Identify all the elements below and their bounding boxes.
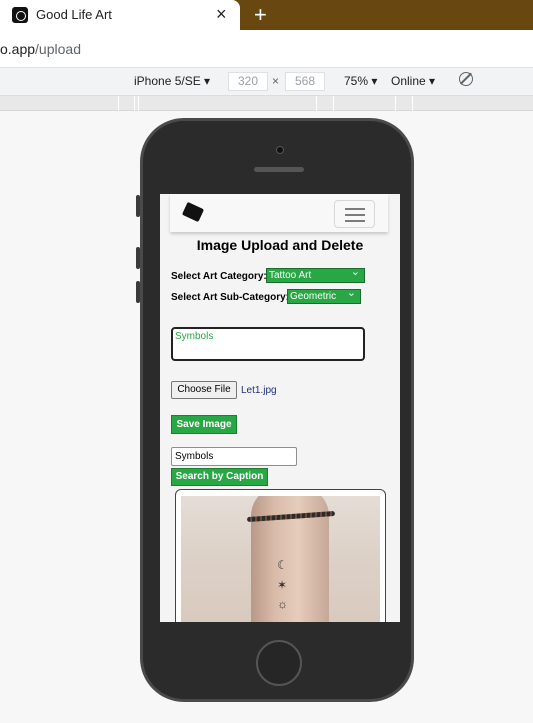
rotate-icon[interactable] — [459, 72, 473, 86]
address-bar[interactable]: o.app/upload — [0, 30, 533, 68]
url-text[interactable]: o.app/upload — [0, 41, 81, 57]
subcategory-label: Select Art Sub-Category: — [171, 292, 289, 303]
search-by-caption-button[interactable]: Search by Caption — [171, 468, 268, 486]
device-toolbar: iPhone 5/SE ▾ 320 × 568 75% ▾ Online ▾ — [0, 68, 533, 96]
sun-icon: ☼ — [277, 597, 288, 611]
device-height-input[interactable]: 568 — [285, 72, 325, 91]
hamburger-bar — [345, 208, 365, 210]
zoom-select[interactable]: 75% ▾ — [344, 74, 377, 88]
choose-file-button[interactable]: Choose File — [171, 381, 237, 399]
page-title: Image Upload and Delete — [196, 237, 364, 253]
hamburger-bar — [345, 214, 365, 216]
search-caption-input[interactable]: Symbols — [171, 447, 297, 466]
image-card[interactable]: ☾ ✶ ☼ — [175, 489, 386, 622]
save-image-button[interactable]: Save Image — [171, 415, 237, 434]
tab-title: Good Life Art — [36, 7, 112, 22]
moon-icon: ☾ — [277, 558, 288, 572]
selected-file-name: Let1.jpg — [241, 385, 277, 396]
subcategory-select[interactable]: Geometric — [287, 287, 361, 304]
caption-textarea[interactable]: Symbols — [171, 327, 365, 361]
close-tab-icon[interactable]: × — [216, 4, 227, 25]
star-icon: ✶ — [277, 578, 288, 592]
device-width-input[interactable]: 320 — [228, 72, 268, 91]
media-query-ruler[interactable] — [0, 96, 533, 111]
device-screen: Image Upload and Delete Select Art Categ… — [160, 194, 400, 622]
volume-down-button — [136, 281, 140, 303]
phone-frame: Image Upload and Delete Select Art Categ… — [136, 118, 414, 702]
volume-up-button — [136, 247, 140, 269]
dimension-separator: × — [272, 74, 280, 88]
tattoo-photo[interactable]: ☾ ✶ ☼ — [181, 496, 380, 622]
browser-tab[interactable]: Good Life Art × — [0, 0, 240, 30]
home-button[interactable] — [256, 640, 302, 686]
site-favicon-icon — [12, 7, 28, 23]
front-camera — [276, 146, 284, 154]
brand-logo-icon[interactable] — [181, 201, 205, 223]
earpiece-speaker — [254, 167, 304, 172]
network-throttle-select[interactable]: Online ▾ — [391, 74, 435, 88]
url-host: o.app — [0, 41, 36, 57]
device-select[interactable]: iPhone 5/SE ▾ — [134, 74, 210, 88]
navbar-toggler-button[interactable] — [334, 200, 375, 228]
category-label: Select Art Category: — [171, 271, 267, 282]
browser-tab-strip: Good Life Art × + — [0, 0, 533, 30]
navbar — [170, 194, 388, 232]
new-tab-icon[interactable]: + — [254, 2, 267, 28]
mute-switch — [136, 195, 140, 217]
url-path: /upload — [35, 41, 81, 57]
hamburger-bar — [345, 220, 365, 222]
category-select[interactable]: Tattoo Art — [266, 266, 365, 283]
